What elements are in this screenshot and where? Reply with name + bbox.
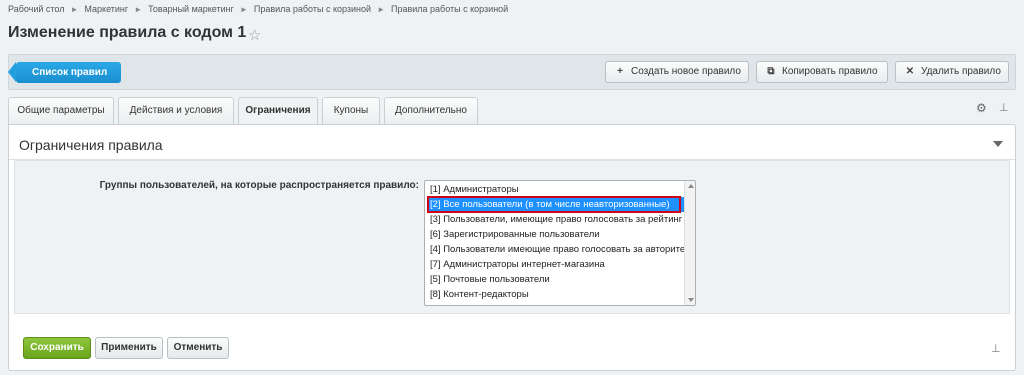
tab-coupons[interactable]: Купоны [322, 97, 380, 124]
list-item[interactable]: [1] Администраторы [428, 182, 519, 197]
star-icon[interactable]: ☆ [248, 26, 261, 44]
cancel-button[interactable]: Отменить [167, 337, 229, 359]
list-item[interactable]: [3] Пользователи, имеющие право голосова… [428, 212, 682, 227]
create-rule-button[interactable]: + Создать новое правило [605, 61, 749, 83]
section-content: Группы пользователей, на которые распрос… [14, 160, 1010, 314]
tab-additional[interactable]: Дополнительно [384, 97, 478, 124]
breadcrumb: Рабочий стол ► Маркетинг ► Товарный марк… [8, 4, 508, 14]
gear-icon[interactable]: ⚙ [976, 101, 987, 115]
highlight-outline [427, 196, 681, 213]
section-title: Ограничения правила [19, 137, 163, 153]
pin-icon[interactable]: ⊥ [999, 101, 1009, 114]
breadcrumb-item[interactable]: Правила работы с корзиной [254, 4, 371, 14]
list-item[interactable]: [7] Администраторы интернет-магазина [428, 257, 605, 272]
chevron-down-icon[interactable] [993, 141, 1003, 147]
breadcrumb-item[interactable]: Маркетинг [84, 4, 128, 14]
breadcrumb-item[interactable]: Рабочий стол [8, 4, 65, 14]
copy-icon: ⧉ [767, 66, 775, 77]
user-groups-label: Группы пользователей, на которые распрос… [99, 180, 419, 191]
pin-icon[interactable]: ⊥ [991, 342, 1001, 355]
close-icon: ✕ [905, 66, 915, 77]
plus-icon: + [617, 66, 623, 77]
copy-rule-label: Копировать правило [782, 66, 878, 77]
scroll-up-icon[interactable] [688, 184, 694, 188]
list-item[interactable]: [4] Пользователи имеющие право голосоват… [428, 242, 689, 257]
tab-panel: Ограничения правила Группы пользователей… [8, 124, 1016, 371]
breadcrumb-item[interactable]: Товарный маркетинг [148, 4, 234, 14]
scrollbar[interactable] [684, 181, 695, 305]
breadcrumb-separator-icon: ► [377, 4, 385, 14]
breadcrumb-separator-icon: ► [134, 4, 143, 14]
create-rule-label: Создать новое правило [631, 66, 741, 77]
apply-button[interactable]: Применить [95, 337, 163, 359]
scroll-down-icon[interactable] [688, 298, 694, 302]
copy-rule-button[interactable]: ⧉ Копировать правило [756, 61, 888, 83]
list-item[interactable]: [8] Контент-редакторы [428, 287, 529, 302]
breadcrumb-separator-icon: ► [239, 4, 248, 14]
rules-list-button[interactable]: Список правил [7, 62, 122, 83]
save-button[interactable]: Сохранить [23, 337, 91, 359]
delete-rule-label: Удалить правило [921, 66, 1001, 77]
tab-general[interactable]: Общие параметры [8, 97, 114, 124]
delete-rule-button[interactable]: ✕ Удалить правило [895, 61, 1009, 83]
tab-restrictions[interactable]: Ограничения [238, 97, 318, 126]
list-item[interactable]: [6] Зарегистрированные пользователи [428, 227, 600, 242]
breadcrumb-item[interactable]: Правила работы с корзиной [391, 4, 508, 14]
toolbar: Список правил + Создать новое правило ⧉ Ко… [7, 54, 1016, 90]
tab-actions[interactable]: Действия и условия [118, 97, 234, 124]
page-title: Изменение правила с кодом 1 [8, 24, 247, 41]
breadcrumb-separator-icon: ► [70, 4, 79, 14]
list-item[interactable]: [5] Почтовые пользователи [428, 272, 550, 287]
user-groups-select[interactable]: [1] Администраторы [2] Все пользователи … [424, 180, 696, 306]
